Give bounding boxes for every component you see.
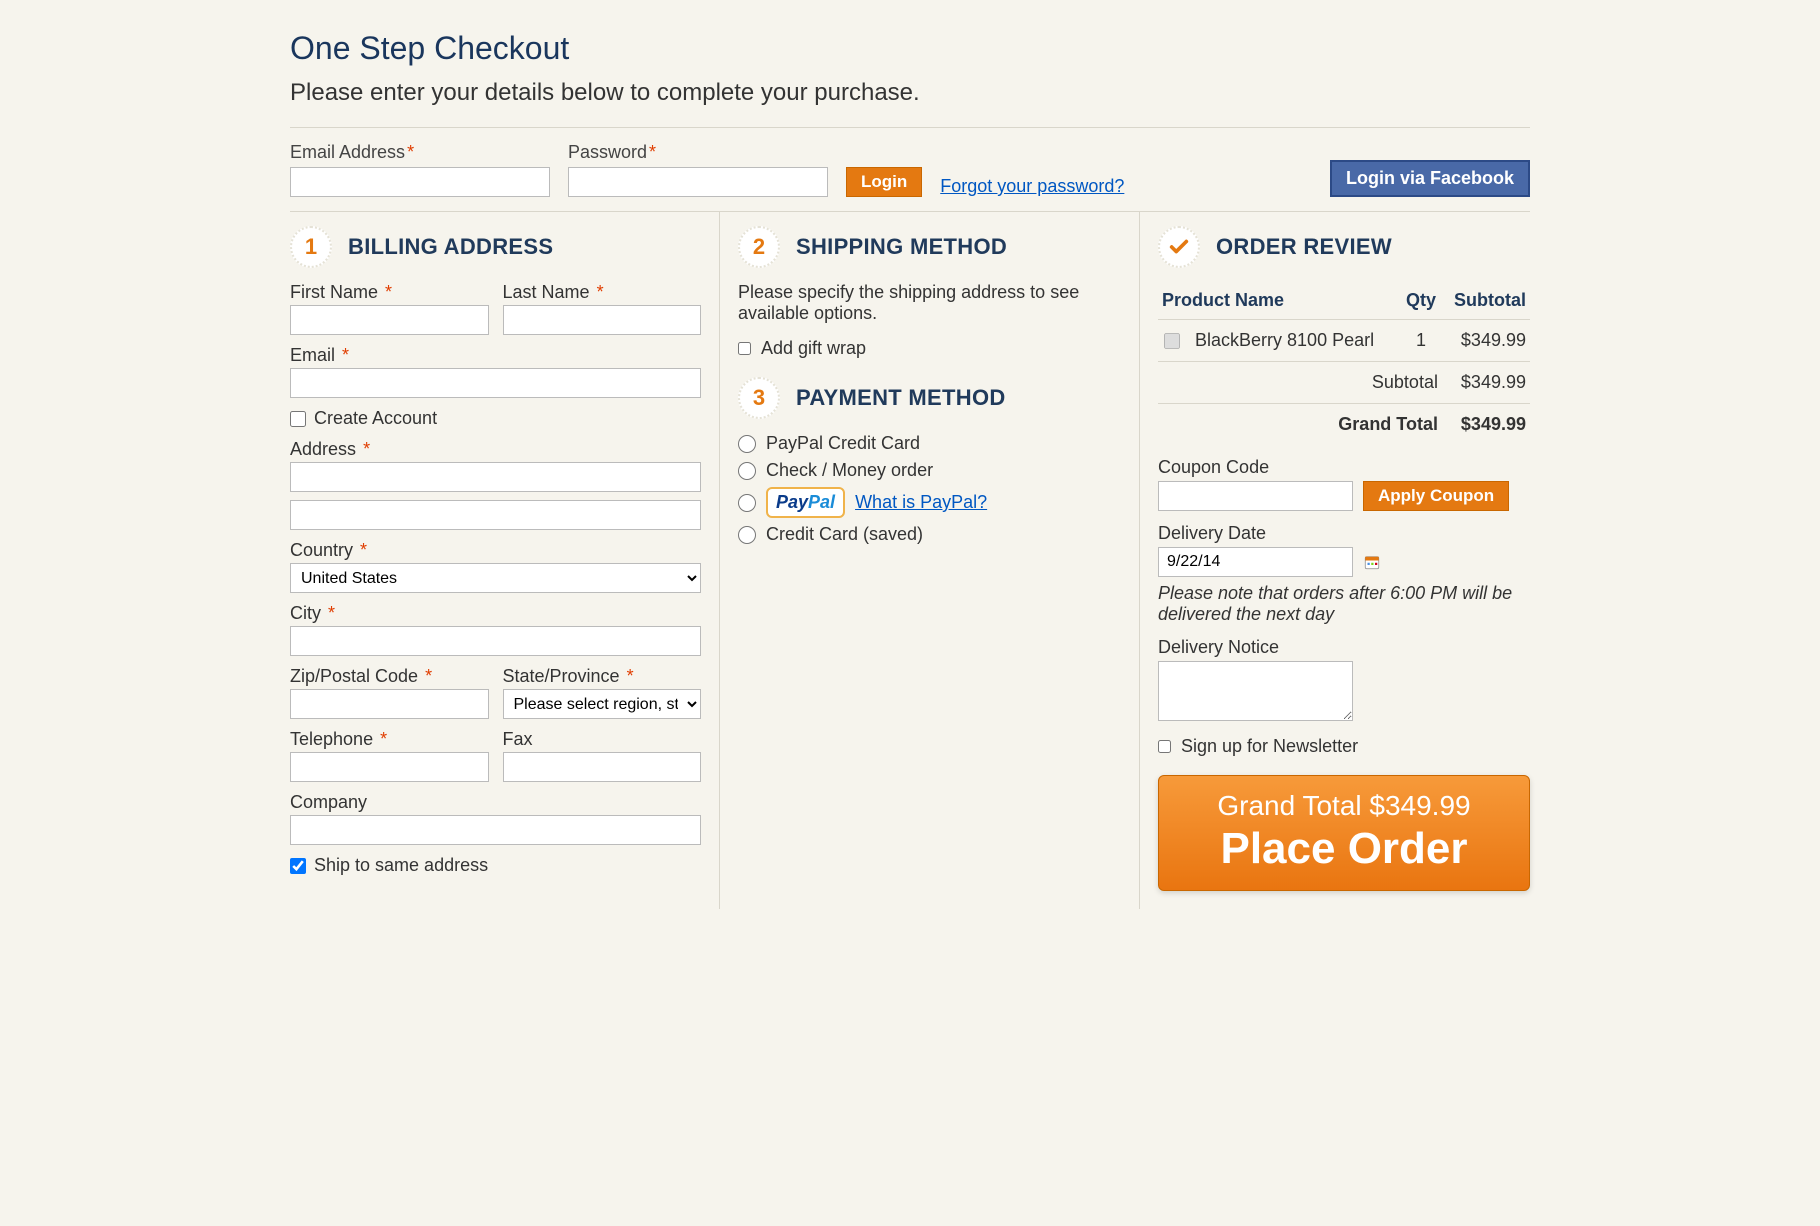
state-select[interactable]: Please select region, state or province xyxy=(503,689,702,719)
col-subtotal: Subtotal xyxy=(1442,282,1530,320)
address-input-2[interactable] xyxy=(290,500,701,530)
product-qty: 1 xyxy=(1400,320,1442,362)
calendar-icon[interactable] xyxy=(1363,553,1381,571)
delivery-date-input[interactable] xyxy=(1158,547,1353,577)
place-order-grand-total: Grand Total $349.99 xyxy=(1169,790,1519,822)
order-table: Product Name Qty Subtotal BlackBerry 810… xyxy=(1158,282,1530,445)
password-input[interactable] xyxy=(568,167,828,197)
ship-same-checkbox[interactable] xyxy=(290,858,306,874)
country-select[interactable]: United States xyxy=(290,563,701,593)
payment-radio-paypal[interactable] xyxy=(738,494,756,512)
product-subtotal: $349.99 xyxy=(1442,320,1530,362)
billing-title: BILLING ADDRESS xyxy=(348,234,553,260)
payment-radio-saved-card[interactable] xyxy=(738,526,756,544)
payment-radio-check[interactable] xyxy=(738,462,756,480)
email-input[interactable] xyxy=(290,167,550,197)
delivery-notice-textarea[interactable] xyxy=(1158,661,1353,721)
payment-title: PAYMENT METHOD xyxy=(796,385,1006,411)
forgot-password-link[interactable]: Forgot your password? xyxy=(940,176,1124,197)
city-label: City * xyxy=(290,603,701,624)
col-product: Product Name xyxy=(1158,282,1400,320)
grand-total-row: Grand Total $349.99 xyxy=(1158,404,1530,446)
telephone-label: Telephone * xyxy=(290,729,489,750)
email-label: Email Address* xyxy=(290,142,550,163)
col-qty: Qty xyxy=(1400,282,1442,320)
shipping-note: Please specify the shipping address to s… xyxy=(738,282,1121,324)
paypal-logo: PayPal xyxy=(766,487,845,518)
create-account-label: Create Account xyxy=(314,408,437,429)
ship-same-label: Ship to same address xyxy=(314,855,488,876)
state-label: State/Province * xyxy=(503,666,702,687)
review-title: ORDER REVIEW xyxy=(1216,234,1392,260)
first-name-input[interactable] xyxy=(290,305,489,335)
shipping-title: SHIPPING METHOD xyxy=(796,234,1007,260)
shipping-payment-column: 2 SHIPPING METHOD Please specify the shi… xyxy=(720,212,1140,909)
billing-email-input[interactable] xyxy=(290,368,701,398)
page-title: One Step Checkout xyxy=(290,30,1530,67)
password-label: Password* xyxy=(568,142,828,163)
subtotal-value: $349.99 xyxy=(1442,362,1530,404)
login-row: Email Address* Password* Login Forgot yo… xyxy=(290,142,1530,197)
product-icon xyxy=(1162,331,1182,351)
zip-input[interactable] xyxy=(290,689,489,719)
payment-option-label: Credit Card (saved) xyxy=(766,524,923,545)
apply-coupon-button[interactable]: Apply Coupon xyxy=(1363,481,1509,511)
newsletter-checkbox[interactable] xyxy=(1158,740,1171,753)
company-input[interactable] xyxy=(290,815,701,845)
login-facebook-button[interactable]: Login via Facebook xyxy=(1330,160,1530,197)
billing-column: 1 BILLING ADDRESS First Name * Last Name… xyxy=(290,212,720,909)
gift-wrap-label: Add gift wrap xyxy=(761,338,866,359)
divider xyxy=(290,127,1530,128)
grand-total-label: Grand Total xyxy=(1158,404,1442,446)
place-order-label: Place Order xyxy=(1169,824,1519,874)
delivery-note: Please note that orders after 6:00 PM wi… xyxy=(1158,583,1530,625)
last-name-label: Last Name * xyxy=(503,282,702,303)
fax-input[interactable] xyxy=(503,752,702,782)
city-input[interactable] xyxy=(290,626,701,656)
review-badge xyxy=(1158,226,1200,268)
billing-email-label: Email * xyxy=(290,345,701,366)
delivery-notice-label: Delivery Notice xyxy=(1158,637,1530,658)
step-1-badge: 1 xyxy=(290,226,332,268)
fax-label: Fax xyxy=(503,729,702,750)
delivery-date-label: Delivery Date xyxy=(1158,523,1530,544)
first-name-label: First Name * xyxy=(290,282,489,303)
page-subtitle: Please enter your details below to compl… xyxy=(290,79,1530,107)
payment-radio-paypal-cc[interactable] xyxy=(738,435,756,453)
login-button[interactable]: Login xyxy=(846,167,922,197)
zip-label: Zip/Postal Code * xyxy=(290,666,489,687)
review-column: ORDER REVIEW Product Name Qty Subtotal B… xyxy=(1140,212,1530,909)
subtotal-label: Subtotal xyxy=(1158,362,1442,404)
address-input-1[interactable] xyxy=(290,462,701,492)
create-account-checkbox[interactable] xyxy=(290,411,306,427)
step-2-badge: 2 xyxy=(738,226,780,268)
product-name: BlackBerry 8100 Pearl xyxy=(1195,330,1374,350)
payment-option-label: Check / Money order xyxy=(766,460,933,481)
grand-total-value: $349.99 xyxy=(1442,404,1530,446)
coupon-input[interactable] xyxy=(1158,481,1353,511)
payment-option-label: PayPal Credit Card xyxy=(766,433,920,454)
table-row: BlackBerry 8100 Pearl 1 $349.99 xyxy=(1158,320,1530,362)
telephone-input[interactable] xyxy=(290,752,489,782)
check-icon xyxy=(1168,236,1190,258)
coupon-label: Coupon Code xyxy=(1158,457,1530,478)
country-label: Country * xyxy=(290,540,701,561)
address-label: Address * xyxy=(290,439,701,460)
company-label: Company xyxy=(290,792,701,813)
subtotal-row: Subtotal $349.99 xyxy=(1158,362,1530,404)
step-3-badge: 3 xyxy=(738,377,780,419)
what-is-paypal-link[interactable]: What is PayPal? xyxy=(855,492,987,513)
gift-wrap-checkbox[interactable] xyxy=(738,342,751,355)
place-order-button[interactable]: Grand Total $349.99 Place Order xyxy=(1158,775,1530,891)
newsletter-label: Sign up for Newsletter xyxy=(1181,736,1358,757)
last-name-input[interactable] xyxy=(503,305,702,335)
